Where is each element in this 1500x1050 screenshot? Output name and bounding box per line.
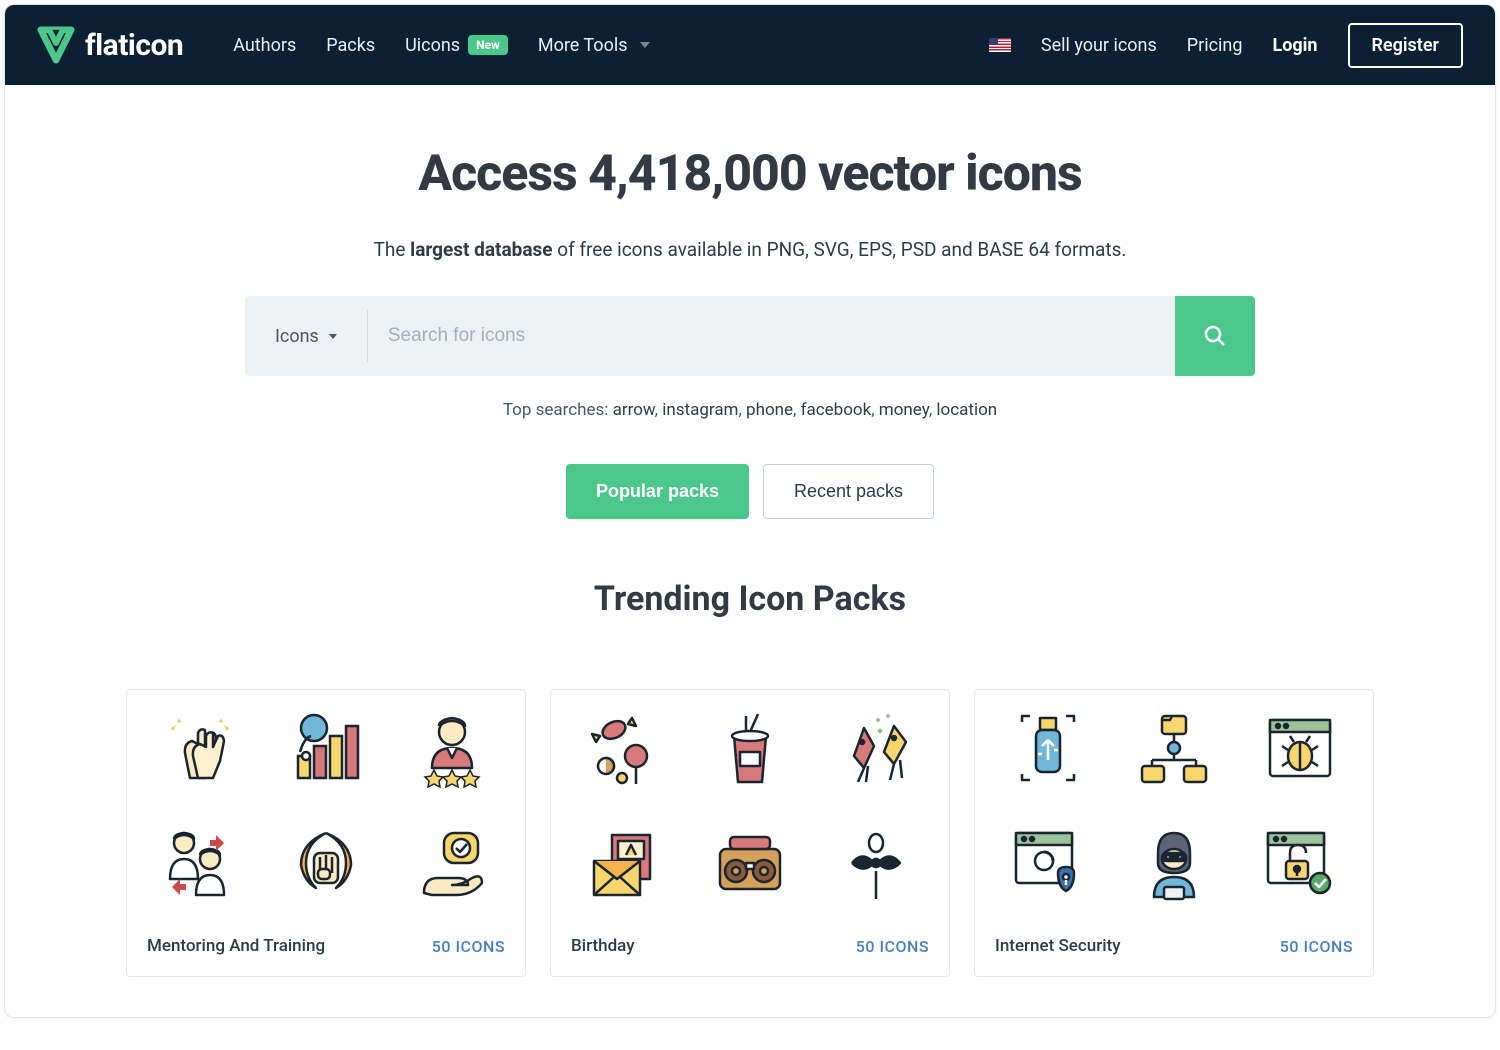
top-search-link[interactable]: arrow (613, 400, 655, 420)
top-search-link[interactable]: facebook (801, 400, 872, 420)
browser-shield-icon (1003, 818, 1093, 908)
search-bar: Icons (245, 296, 1255, 376)
pack-name: Mentoring And Training (147, 936, 325, 956)
recent-packs-button[interactable]: Recent packs (763, 464, 934, 519)
trending-heading: Trending Icon Packs (5, 579, 1495, 619)
nav-uicons-label: Uicons (405, 35, 460, 56)
logo-text: flaticon (85, 28, 183, 63)
search-icon (1203, 324, 1227, 348)
browser-bug-icon (1255, 703, 1345, 793)
pack-count: 50 ICONS (856, 937, 929, 956)
team-transfer-icon (155, 818, 245, 908)
chevron-down-icon (329, 334, 337, 339)
top-search-link[interactable]: instagram (662, 400, 738, 420)
fist-motivation-icon (281, 818, 371, 908)
nav-more-tools[interactable]: More Tools (538, 35, 650, 56)
search-type-label: Icons (275, 326, 319, 347)
pack-card[interactable]: Birthday 50 ICONS (550, 689, 950, 977)
header: flaticon Authors Packs Uicons New More T… (5, 5, 1495, 85)
flaticon-logo-icon (37, 26, 75, 64)
pack-count: 50 ICONS (1280, 937, 1353, 956)
candy-icon (579, 703, 669, 793)
main-nav: Authors Packs Uicons New More Tools (233, 35, 649, 56)
network-folders-icon (1129, 703, 1219, 793)
top-search-link[interactable]: location (936, 400, 997, 420)
pack-filter-buttons: Popular packs Recent packs (5, 464, 1495, 519)
person-stars-icon (407, 703, 497, 793)
us-flag-icon[interactable] (989, 38, 1011, 52)
nav-uicons[interactable]: Uicons New (405, 35, 508, 56)
hero-title: Access 4,418,000 vector icons (5, 145, 1495, 203)
hero: Access 4,418,000 vector icons The larges… (5, 85, 1495, 659)
search-input[interactable] (368, 296, 1175, 376)
nav-pricing[interactable]: Pricing (1187, 35, 1243, 56)
invitation-card-icon (579, 818, 669, 908)
pack-card[interactable]: Internet Security 50 ICONS (974, 689, 1374, 977)
pack-card[interactable]: Mentoring And Training 50 ICONS (126, 689, 526, 977)
search-button[interactable] (1175, 296, 1255, 376)
soda-cup-icon (705, 703, 795, 793)
nav-sell-icons[interactable]: Sell your icons (1041, 35, 1157, 56)
nav-authors[interactable]: Authors (233, 35, 296, 56)
clapping-hands-icon (155, 703, 245, 793)
hacker-icon (1129, 818, 1219, 908)
logo[interactable]: flaticon (37, 26, 183, 64)
trending-packs: Mentoring And Training 50 ICONS Birthday… (5, 689, 1495, 1017)
header-right: Sell your icons Pricing Login Register (989, 23, 1463, 68)
nav-packs[interactable]: Packs (326, 35, 375, 56)
hero-subtitle: The largest database of free icons avail… (5, 238, 1495, 261)
hand-checkmark-icon (407, 818, 497, 908)
browser-unlock-icon (1255, 818, 1345, 908)
usb-scan-icon (1003, 703, 1093, 793)
nav-more-tools-label: More Tools (538, 35, 628, 56)
bar-chart-growth-icon (281, 703, 371, 793)
top-search-link[interactable]: phone (746, 400, 793, 420)
chevron-down-icon (640, 42, 650, 48)
top-searches-label: Top searches: (503, 400, 613, 420)
top-search-link[interactable]: money (879, 400, 929, 420)
pinata-icon (831, 703, 921, 793)
pack-count: 50 ICONS (432, 937, 505, 956)
pack-name: Internet Security (995, 936, 1121, 956)
top-searches: Top searches: arrow, instagram, phone, f… (5, 400, 1495, 420)
mustache-mask-icon (831, 818, 921, 908)
boombox-icon (705, 818, 795, 908)
search-type-dropdown[interactable]: Icons (245, 310, 368, 362)
new-badge: New (468, 35, 508, 55)
pack-name: Birthday (571, 936, 635, 956)
register-button[interactable]: Register (1348, 23, 1464, 68)
popular-packs-button[interactable]: Popular packs (566, 464, 749, 519)
login-link[interactable]: Login (1272, 35, 1317, 56)
